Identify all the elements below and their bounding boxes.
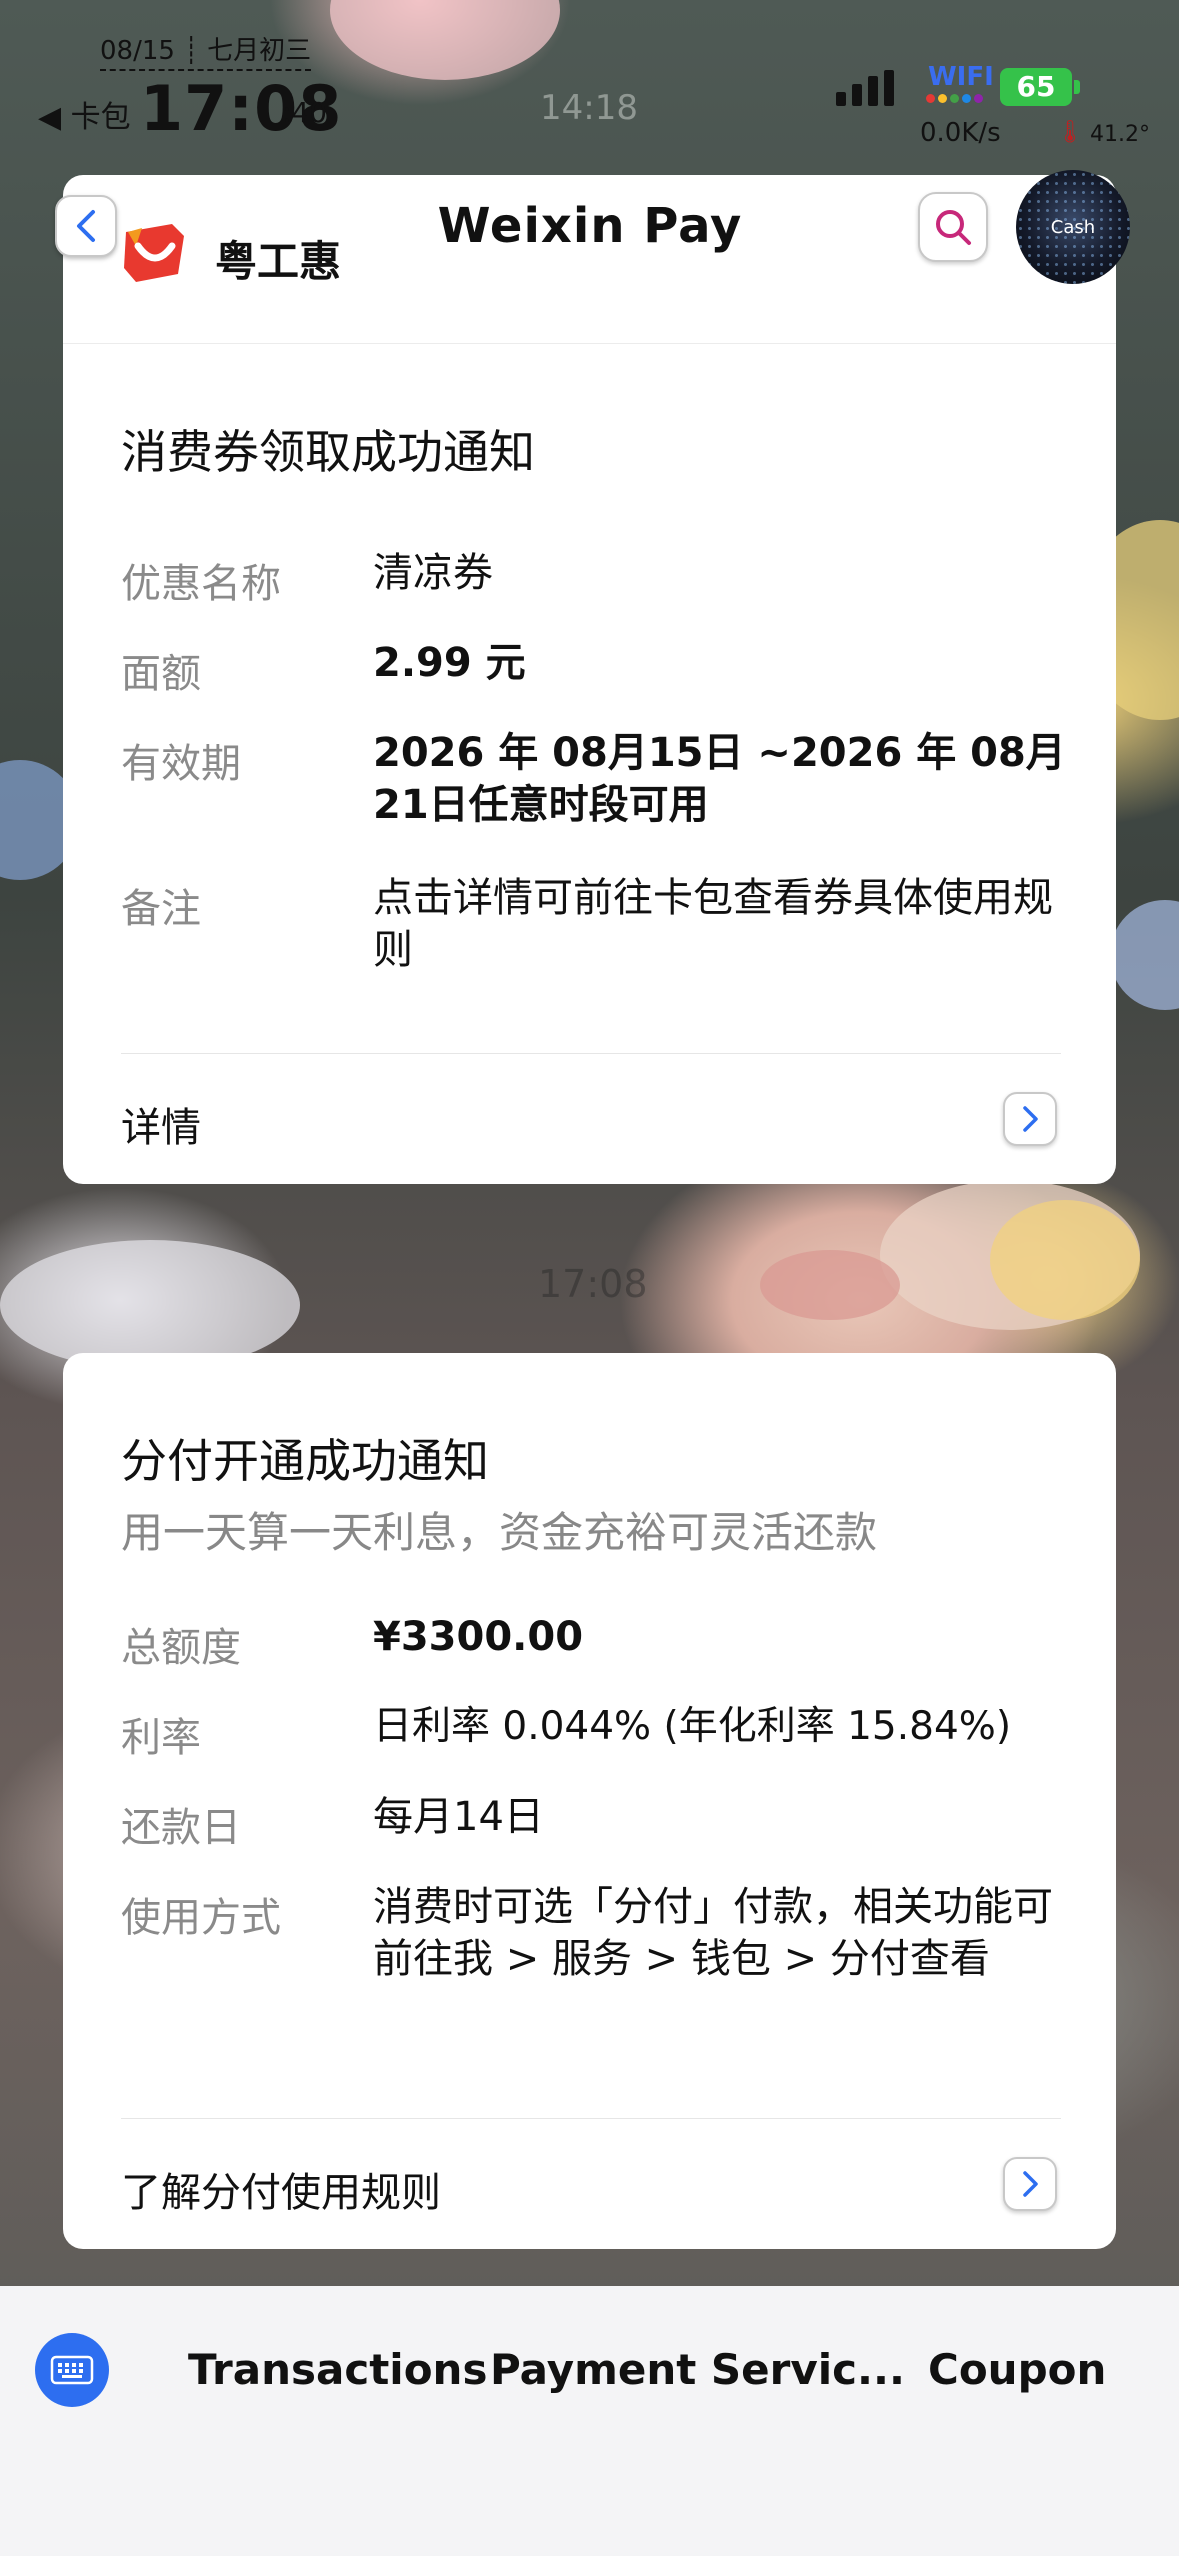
keyboard-icon <box>50 2355 94 2385</box>
chevron-left-icon <box>77 210 95 242</box>
message-timestamp: 17:08 <box>538 1262 648 1306</box>
row-label: 利率 <box>121 1715 201 1761</box>
network-speed: 0.0K/s <box>920 118 1001 148</box>
chevron-right-icon <box>1023 1106 1038 1132</box>
status-bar: 08/15 ┊ 七月初三 ◀ 卡包 17:08 :40 14:18 WIFI 6… <box>0 0 1179 170</box>
tab-coupon[interactable]: Coupon <box>928 2345 1106 2394</box>
details-link[interactable]: 详情 <box>121 1095 201 1153</box>
tab-transactions[interactable]: Transactions <box>188 2345 487 2394</box>
keyboard-toggle-button[interactable] <box>35 2333 109 2407</box>
row-label: 有效期 <box>121 741 241 787</box>
credit-rules-chevron-button[interactable] <box>1003 2157 1057 2211</box>
search-icon <box>936 210 971 245</box>
row-label: 总额度 <box>121 1625 241 1671</box>
device-temperature: 41.2° <box>1090 122 1150 147</box>
details-chevron-button[interactable] <box>1003 1092 1057 1146</box>
wifi-icon: WIFI <box>928 62 994 92</box>
tab-payment-services[interactable]: Payment Servic... <box>490 2345 905 2394</box>
divider <box>121 2118 1061 2119</box>
row-label: 优惠名称 <box>121 561 281 607</box>
battery-level: 65 <box>1000 68 1072 106</box>
row-value: 2026 年 08月15日 ~2026 年 08月21日任意时段可用 <box>373 730 1066 828</box>
row-label: 还款日 <box>121 1805 241 1851</box>
back-to-app-link[interactable]: ◀ 卡包 <box>38 92 131 136</box>
row-value: 消费时可选「分付」付款，相关功能可前往我 > 服务 > 钱包 > 分付查看 <box>373 1884 1053 1982</box>
credit-rules-link[interactable]: 了解分付使用规则 <box>121 2160 441 2218</box>
apple-cash-badge[interactable]: Cash <box>1016 170 1130 284</box>
chevron-right-icon <box>1023 2171 1038 2197</box>
row-value: ¥3300.00 <box>373 1614 584 1660</box>
battery-cap-icon <box>1074 80 1080 94</box>
back-button[interactable] <box>55 195 117 257</box>
row-label: 使用方式 <box>121 1895 281 1941</box>
row-value: 2.99 元 <box>373 640 526 686</box>
row-label: 备注 <box>121 886 201 932</box>
row-value: 点击详情可前往卡包查看券具体使用规则 <box>373 875 1053 973</box>
cellular-signal-icon <box>836 70 894 106</box>
row-value: 每月14日 <box>373 1794 544 1840</box>
wifi-strength-dots-icon <box>926 94 983 103</box>
status-date: 08/15 ┊ 七月初三 <box>100 30 312 71</box>
bottom-menu-bar <box>0 2286 1179 2556</box>
status-ghost-time: 14:18 <box>540 88 638 128</box>
row-value: 清凉券 <box>373 550 493 596</box>
coupon-notification-card: 消费券领取成功通知 优惠名称 清凉券 面额 2.99 元 有效期 2026 年 … <box>63 343 1116 1184</box>
row-value: 日利率 0.044% (年化利率 15.84%) <box>373 1704 1012 1749</box>
divider <box>121 1053 1061 1054</box>
page-title: Weixin Pay <box>437 198 743 254</box>
search-button[interactable] <box>918 192 988 262</box>
brand-logo-icon <box>124 224 184 282</box>
status-clock-seconds: :40 <box>282 96 328 129</box>
cash-badge-label: Cash <box>1050 216 1096 238</box>
row-label: 面额 <box>121 651 201 697</box>
credit-notification-card: 分付开通成功通知 用一天算一天利息，资金充裕可灵活还款 总额度 ¥3300.00… <box>63 1353 1116 2249</box>
thermometer-icon: 🌡 <box>1056 120 1084 145</box>
card-title: 分付开通成功通知 <box>121 1434 489 1488</box>
card-subtitle: 用一天算一天利息，资金充裕可灵活还款 <box>121 1508 878 1557</box>
card-title: 消费券领取成功通知 <box>121 425 535 479</box>
